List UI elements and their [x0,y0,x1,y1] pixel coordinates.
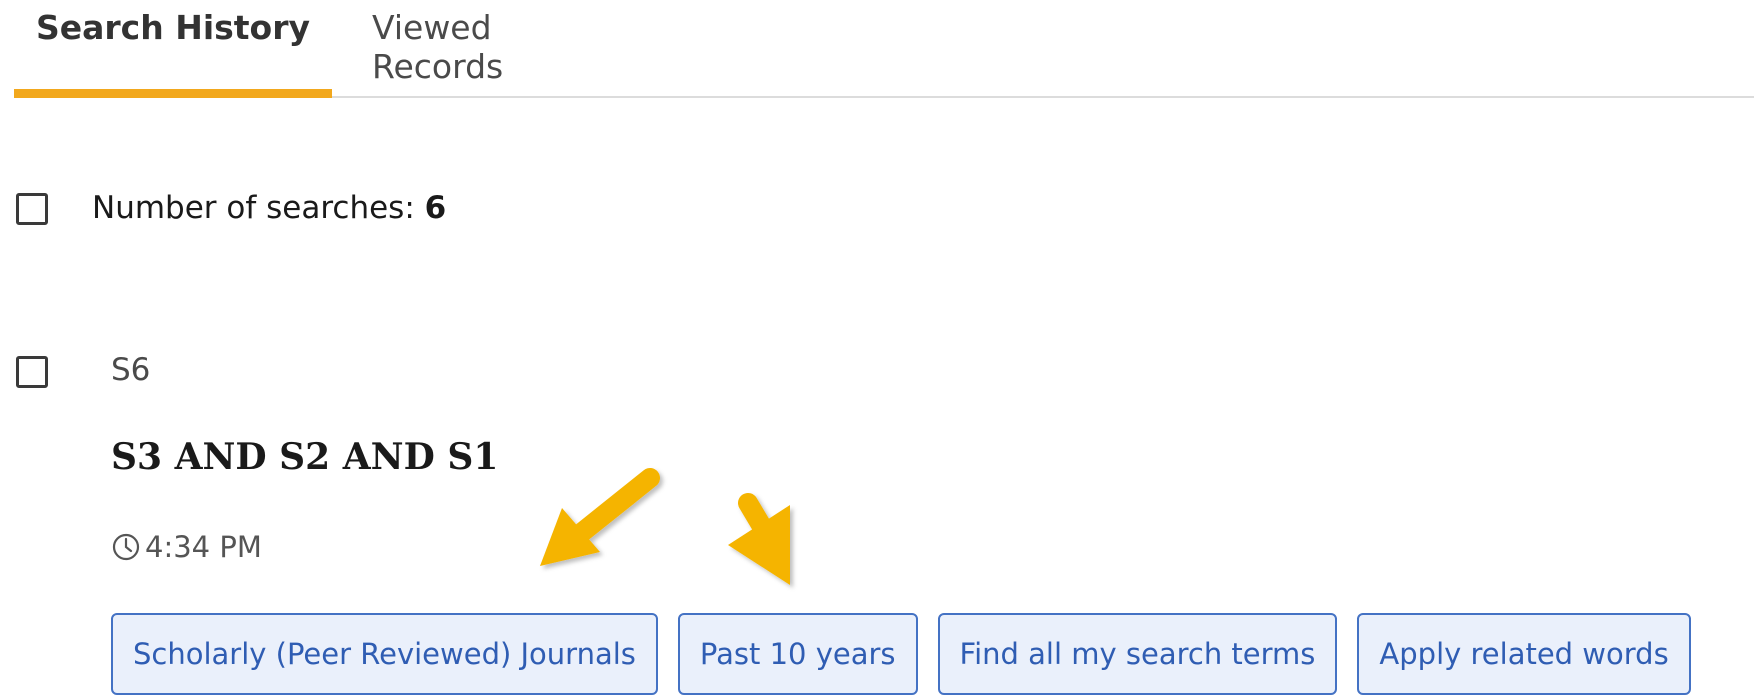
search-time: 4:34 PM [145,530,262,564]
applied-filters: Scholarly (Peer Reviewed) Journals Past … [111,613,1691,695]
tab-search-history[interactable]: Search History [14,0,332,98]
search-count: Number of searches: 6 [92,190,446,226]
filter-find-all-terms[interactable]: Find all my search terms [937,613,1338,695]
tab-viewed-records-label: Viewed Records [372,8,504,86]
arrow-icon-right [728,493,790,585]
filter-past-10-years[interactable]: Past 10 years [677,613,918,695]
tab-bar: Search History Viewed Records [14,0,1754,98]
search-id: S6 [111,352,151,388]
tab-viewed-records[interactable]: Viewed Records [372,0,632,96]
search-count-value: 6 [424,190,447,226]
search-count-label: Number of searches: [92,190,415,226]
tab-search-history-label: Search History [35,8,311,47]
search-query[interactable]: S3 AND S2 AND S1 [111,436,498,478]
search-timestamp: 4:34 PM [111,530,262,564]
filter-apply-related-words[interactable]: Apply related words [1357,613,1691,695]
clock-icon [111,532,141,562]
annotation-arrows [540,468,790,585]
active-tab-indicator [14,89,332,98]
search-select-checkbox[interactable] [16,356,48,388]
arrow-icon-left [540,468,660,566]
select-all-checkbox[interactable] [16,193,48,225]
filter-scholarly-journals[interactable]: Scholarly (Peer Reviewed) Journals [111,613,658,695]
